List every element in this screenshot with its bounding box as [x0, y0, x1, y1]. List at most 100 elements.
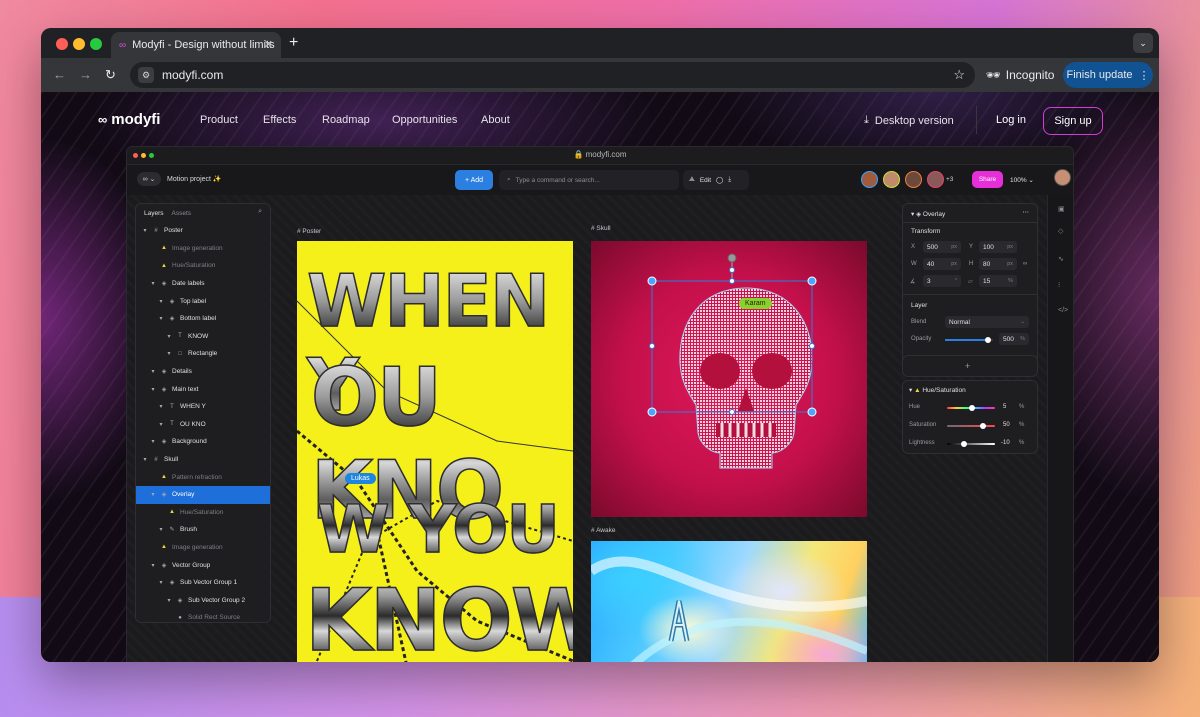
expand-arrow-icon[interactable]: ▾ — [158, 421, 164, 428]
opacity-slider[interactable] — [945, 337, 993, 343]
link-icon[interactable]: ∞ — [1023, 261, 1027, 267]
nav-product[interactable]: Product — [200, 114, 238, 126]
layer-item[interactable]: ▾ □ Rectangle — [136, 345, 270, 363]
layer-item[interactable]: ▾ ◈ Sub Vector Group 1 — [136, 574, 270, 592]
hue-slider[interactable] — [947, 405, 995, 411]
saturation-slider-knob[interactable] — [980, 423, 986, 429]
curve-icon[interactable]: ∿ — [1058, 255, 1064, 263]
browser-tab[interactable]: ∞ Modyfi - Design without limits ✕ — [111, 32, 281, 58]
expand-arrow-icon[interactable]: ▾ — [158, 526, 164, 533]
site-logo[interactable]: ∞ modyfi — [98, 111, 160, 128]
layer-item[interactable]: ▾ ✎ Brush — [136, 521, 270, 539]
address-bar[interactable]: ⚙ modyfi.com ☆ — [130, 62, 975, 88]
expand-arrow-icon[interactable]: ▾ — [166, 350, 172, 357]
layer-item[interactable]: ▲ Pattern refraction — [136, 468, 270, 486]
skull-frame[interactable]: Karam — [591, 241, 867, 517]
export-icon[interactable]: ⤓ — [728, 176, 731, 184]
expand-arrow-icon[interactable]: ▾ — [142, 227, 148, 234]
project-name[interactable]: Motion project ✨ — [167, 175, 222, 183]
reload-icon[interactable]: ↻ — [105, 67, 116, 83]
project-menu-icon[interactable]: ∞ ⌄ — [137, 172, 161, 186]
expand-arrow-icon[interactable]: ▾ — [150, 491, 156, 498]
nav-opportunities[interactable]: Opportunities — [392, 114, 457, 126]
layer-item[interactable]: ▾ T OU KNO — [136, 416, 270, 434]
expand-arrow-icon[interactable]: ▾ — [158, 579, 164, 586]
layer-item[interactable]: ▲ Image generation — [136, 240, 270, 258]
finish-update-button[interactable]: Finish update ⋮ — [1063, 62, 1153, 88]
expand-arrow-icon[interactable]: ▾ — [150, 368, 156, 375]
expand-arrow-icon[interactable]: ▾ — [158, 298, 164, 305]
design-canvas[interactable]: Layers Assets ⌕ ▾ # Poster ▲ Image generatio… — [127, 195, 1047, 662]
avatar[interactable] — [1054, 169, 1071, 186]
maximize-window-button[interactable] — [90, 38, 102, 50]
back-icon[interactable]: ← — [53, 67, 66, 82]
nav-roadmap[interactable]: Roadmap — [322, 114, 370, 126]
avatar[interactable] — [905, 171, 922, 188]
adjust-icon[interactable]: ⁝ — [1058, 281, 1060, 289]
layer-item[interactable]: ▾ ◈ Vector Group — [136, 556, 270, 574]
expand-arrow-icon[interactable]: ▾ — [158, 315, 164, 322]
layer-item[interactable]: ▲ Hue/Saturation — [136, 504, 270, 522]
incognito-indicator[interactable]: 🕶 Incognito — [979, 62, 1061, 88]
h-field[interactable]: 80 px — [979, 258, 1017, 270]
more-options-icon[interactable]: ⋯ — [1023, 208, 1030, 216]
layer-item[interactable]: ▾ # Skull — [136, 451, 270, 469]
y-field[interactable]: 100 px — [979, 241, 1017, 253]
expand-arrow-icon[interactable]: ▾ — [150, 562, 156, 569]
layer-item[interactable]: ▾ ◈ Overlay — [136, 485, 270, 504]
layer-item[interactable]: ▾ T KNOW — [136, 328, 270, 346]
bookmark-star-icon[interactable]: ☆ — [953, 67, 965, 83]
awake-frame[interactable] — [591, 541, 867, 662]
comment-icon[interactable]: ◯ — [716, 176, 723, 184]
layer-item[interactable]: ● Solid Rect Source — [136, 609, 270, 622]
login-link[interactable]: Log in — [996, 114, 1026, 126]
expand-arrow-icon[interactable]: ▾ — [158, 403, 164, 410]
nav-about[interactable]: About — [481, 114, 510, 126]
expand-arrow-icon[interactable]: ▾ — [166, 333, 172, 340]
zoom-level[interactable]: 100% ⌄ — [1010, 176, 1034, 184]
edit-mode-group[interactable]: ⟁ Edit ◯ ⤓ — [683, 170, 749, 190]
lightness-slider[interactable] — [947, 441, 995, 447]
selection-box[interactable] — [591, 241, 867, 517]
rotation-field[interactable]: 3 ° — [923, 275, 961, 287]
layer-item[interactable]: ▾ ◈ Top label — [136, 292, 270, 310]
add-effect-bar[interactable]: + — [902, 355, 1038, 377]
layer-item[interactable]: ▾ ◈ Main text — [136, 380, 270, 398]
skew-field[interactable]: 15% — [979, 275, 1017, 287]
expand-arrow-icon[interactable]: ▾ — [150, 438, 156, 445]
blend-select[interactable]: Normal ⌄ — [945, 316, 1029, 328]
avatar[interactable] — [927, 171, 944, 188]
saturation-slider[interactable] — [947, 423, 995, 429]
avatar[interactable] — [861, 171, 878, 188]
hue-slider-knob[interactable] — [968, 405, 975, 411]
tab-assets[interactable]: Assets — [172, 210, 192, 217]
close-window-button[interactable] — [56, 38, 68, 50]
close-tab-icon[interactable]: ✕ — [264, 38, 273, 51]
layer-item[interactable]: ▲ Hue/Saturation — [136, 257, 270, 275]
expand-arrow-icon[interactable]: ▾ — [142, 456, 148, 463]
desktop-version-link[interactable]: ⤓ Desktop version — [864, 114, 954, 127]
tab-search-icon[interactable]: ⌄ — [1133, 33, 1153, 53]
avatar[interactable] — [883, 171, 900, 188]
expand-arrow-icon[interactable]: ▾ — [150, 386, 156, 393]
site-settings-icon[interactable]: ⚙ — [138, 67, 154, 83]
layer-item[interactable]: ▾ ◈ Sub Vector Group 2 — [136, 591, 270, 609]
search-icon[interactable]: ⌕ — [258, 208, 262, 216]
hue-value[interactable]: 5 — [1003, 404, 1006, 410]
lightness-slider-knob[interactable] — [960, 441, 967, 447]
forward-icon[interactable]: → — [79, 67, 92, 82]
minimize-window-button[interactable] — [73, 38, 85, 50]
layer-item[interactable]: ▾ ◈ Date labels — [136, 275, 270, 293]
nav-effects[interactable]: Effects — [263, 114, 296, 126]
new-tab-icon[interactable]: + — [289, 34, 298, 52]
opacity-slider-knob[interactable] — [985, 337, 992, 343]
share-button[interactable]: Share — [972, 171, 1003, 188]
x-field[interactable]: 500 px — [923, 241, 961, 253]
layer-item[interactable]: ▾ # Poster — [136, 222, 270, 240]
poster-frame[interactable]: WHEN Y OU KNO W YOU KNOW Lukas — [297, 241, 573, 662]
lightness-value[interactable]: -10 — [1001, 440, 1010, 446]
signup-button[interactable]: Sign up — [1043, 107, 1103, 135]
layer-item[interactable]: ▾ ◈ Background — [136, 433, 270, 451]
layer-item[interactable]: ▾ ◈ Details — [136, 363, 270, 381]
w-field[interactable]: 40 px — [923, 258, 961, 270]
